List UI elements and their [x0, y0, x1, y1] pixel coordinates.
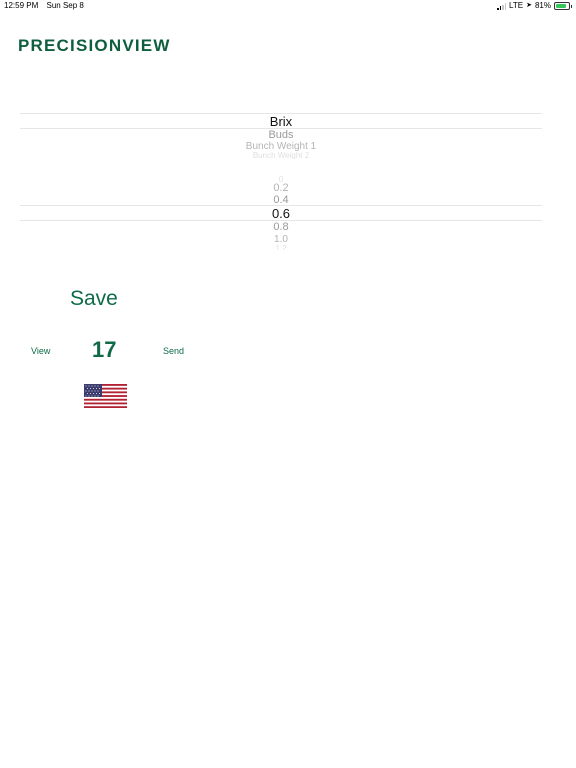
status-left: 12:59 PM Sun Sep 8 — [4, 0, 90, 12]
category-option[interactable]: Buds — [20, 129, 542, 141]
value-option[interactable]: 1.2 — [20, 244, 542, 250]
status-bar: 12:59 PM Sun Sep 8 LTE ➤ 81% — [0, 0, 576, 12]
category-picker[interactable]: Brix Buds Bunch Weight 1 Bunch Weight 2 — [20, 110, 542, 162]
save-button[interactable]: Save — [70, 287, 118, 311]
record-count: 17 — [92, 337, 117, 362]
us-flag-icon[interactable] — [84, 384, 127, 408]
view-button[interactable]: View — [31, 346, 50, 356]
value-option[interactable]: 0.8 — [20, 221, 542, 233]
status-date: Sun Sep 8 — [46, 1, 84, 10]
status-right: LTE ➤ 81% — [497, 0, 572, 12]
send-button[interactable]: Send — [163, 346, 184, 356]
value-option[interactable]: 0.2 — [20, 182, 542, 194]
battery-icon — [554, 2, 572, 10]
category-option[interactable]: Bunch Weight 2 — [20, 151, 542, 159]
value-picker[interactable]: 0 0.2 0.4 0.6 0.8 1.0 1.2 — [20, 170, 542, 252]
signal-icon — [497, 2, 507, 10]
value-option-selected[interactable]: 0.6 — [20, 206, 542, 221]
app-logo: PRECISIONVIEW — [18, 36, 171, 55]
network-label: LTE — [509, 1, 524, 10]
location-icon: ➤ — [526, 2, 532, 9]
battery-nub — [570, 4, 572, 8]
battery-percent: 81% — [534, 1, 551, 10]
battery-fill — [556, 4, 566, 8]
category-option-selected[interactable]: Brix — [20, 114, 542, 129]
status-time: 12:59 PM — [4, 1, 39, 10]
